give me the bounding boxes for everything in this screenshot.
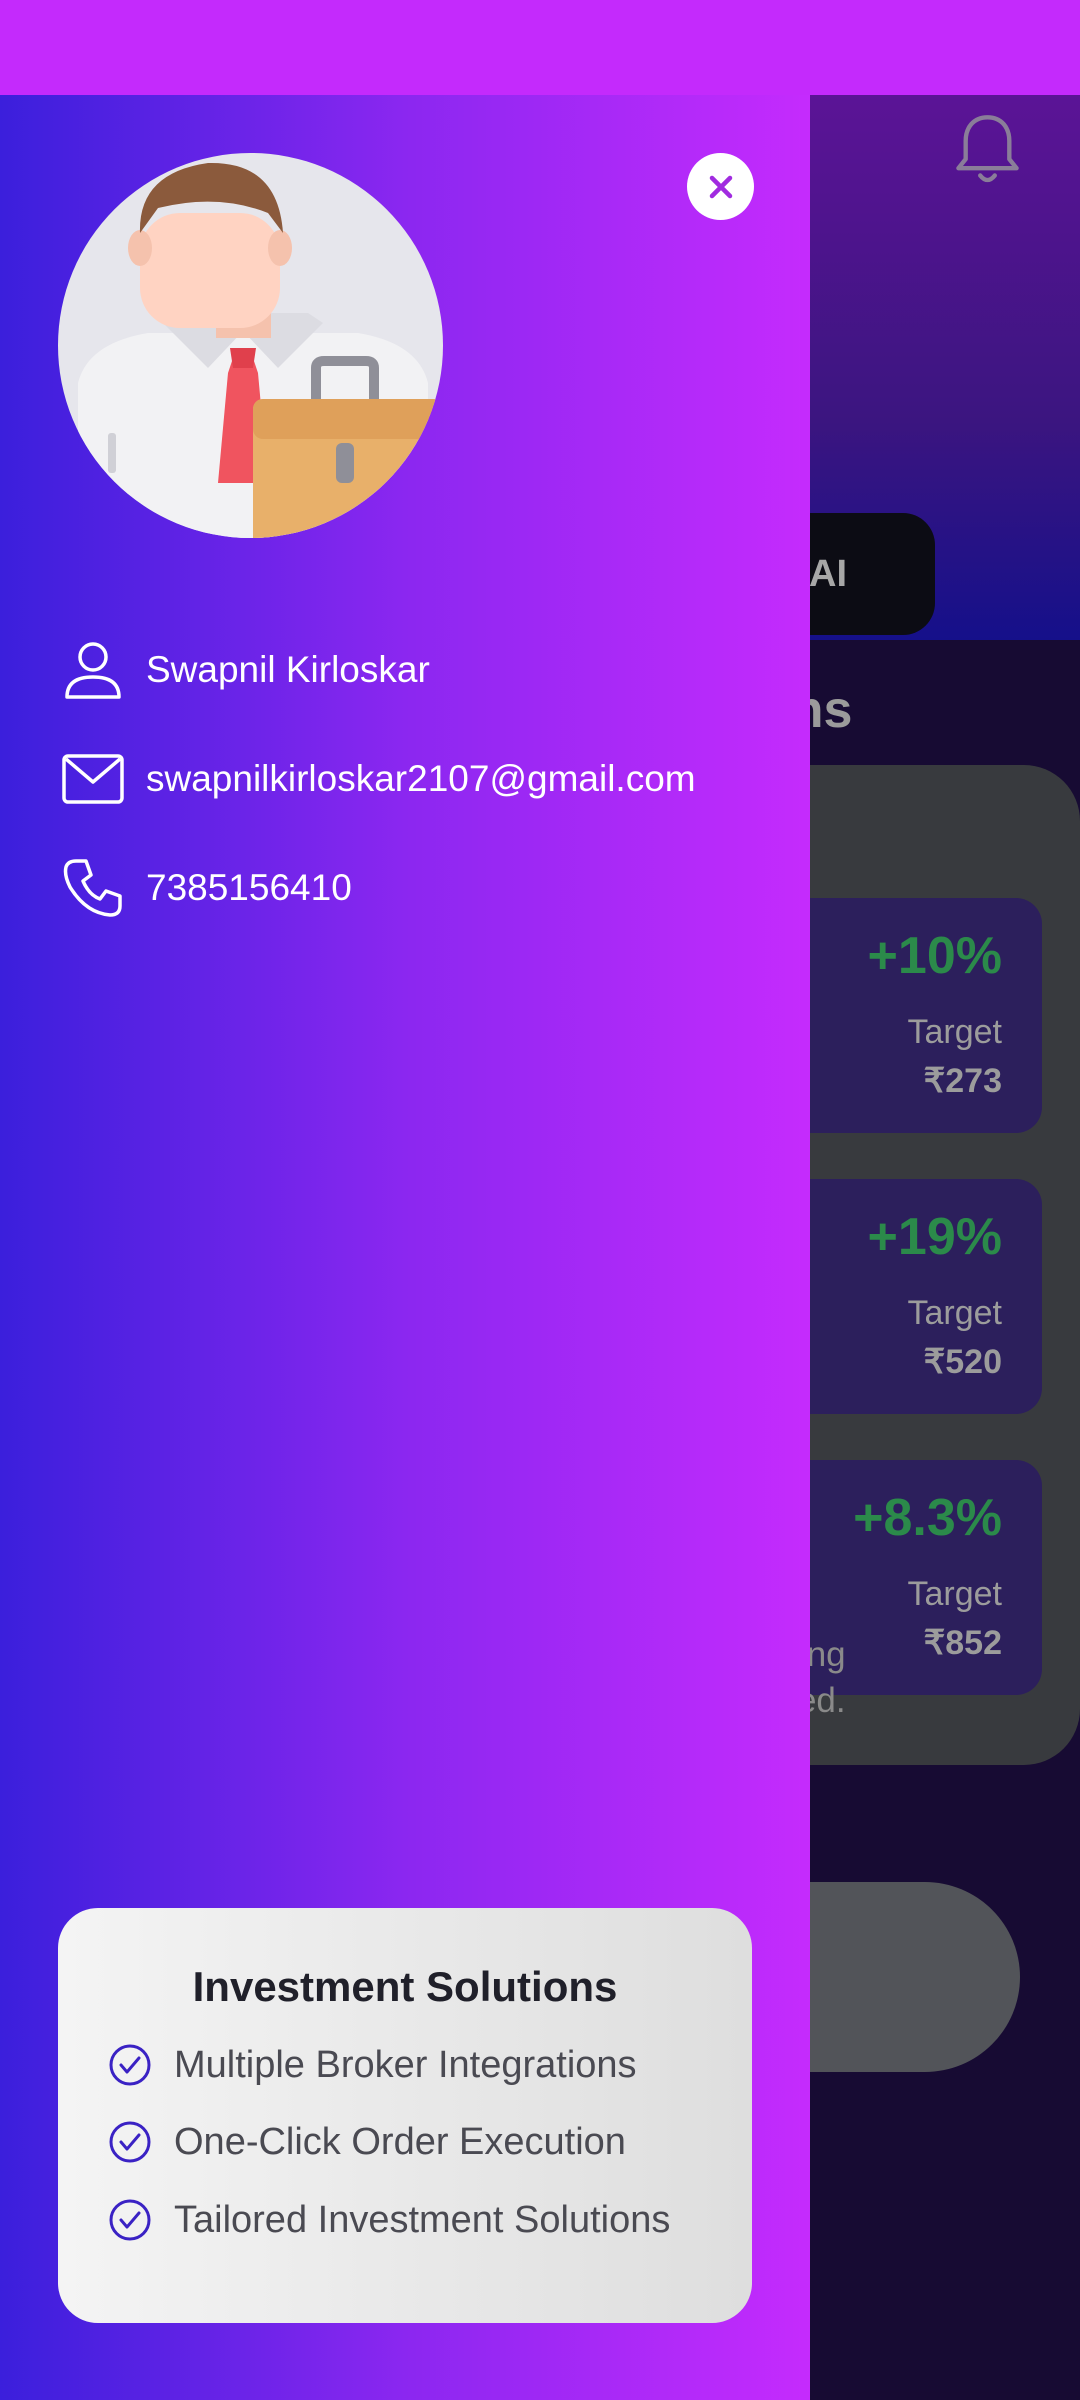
bell-icon[interactable] bbox=[950, 110, 1025, 190]
profile-phone: 7385156410 bbox=[146, 867, 352, 908]
ai-chip-label: AI bbox=[809, 552, 847, 595]
solutions-list-item: Tailored Investment Solutions bbox=[108, 2198, 670, 2242]
solutions-item-label: Multiple Broker Integrations bbox=[174, 2043, 637, 2086]
avatar bbox=[58, 153, 443, 538]
status-bar bbox=[0, 0, 1080, 95]
check-circle-icon bbox=[109, 2121, 151, 2163]
mail-icon bbox=[62, 754, 124, 804]
profile-name: Swapnil Kirloskar bbox=[146, 649, 430, 690]
solutions-item-label: One-Click Order Execution bbox=[174, 2120, 626, 2163]
solutions-list-item: Multiple Broker Integrations bbox=[108, 2043, 637, 2087]
user-icon bbox=[65, 642, 121, 699]
profile-phone-row: 7385156410 bbox=[58, 853, 352, 923]
close-icon bbox=[709, 175, 732, 198]
profile-name-row: Swapnil Kirloskar bbox=[58, 635, 430, 705]
investment-solutions-card: Investment Solutions Multiple Broker Int… bbox=[58, 1908, 752, 2323]
profile-email: swapnilkirloskar2107@gmail.com bbox=[146, 758, 696, 799]
profile-email-row: swapnilkirloskar2107@gmail.com bbox=[58, 744, 696, 814]
solutions-list-item: One-Click Order Execution bbox=[108, 2120, 626, 2164]
solutions-title: Investment Solutions bbox=[192, 1963, 618, 2010]
check-circle-icon bbox=[109, 2199, 151, 2241]
check-circle-icon bbox=[109, 2044, 151, 2086]
navigation-drawer: Swapnil Kirloskar swapnilkirloskar2107@g… bbox=[0, 95, 810, 2400]
solutions-item-label: Tailored Investment Solutions bbox=[174, 2198, 671, 2241]
close-drawer-button[interactable] bbox=[687, 153, 754, 220]
phone-icon bbox=[63, 859, 122, 917]
avatar-illustration bbox=[78, 162, 443, 538]
